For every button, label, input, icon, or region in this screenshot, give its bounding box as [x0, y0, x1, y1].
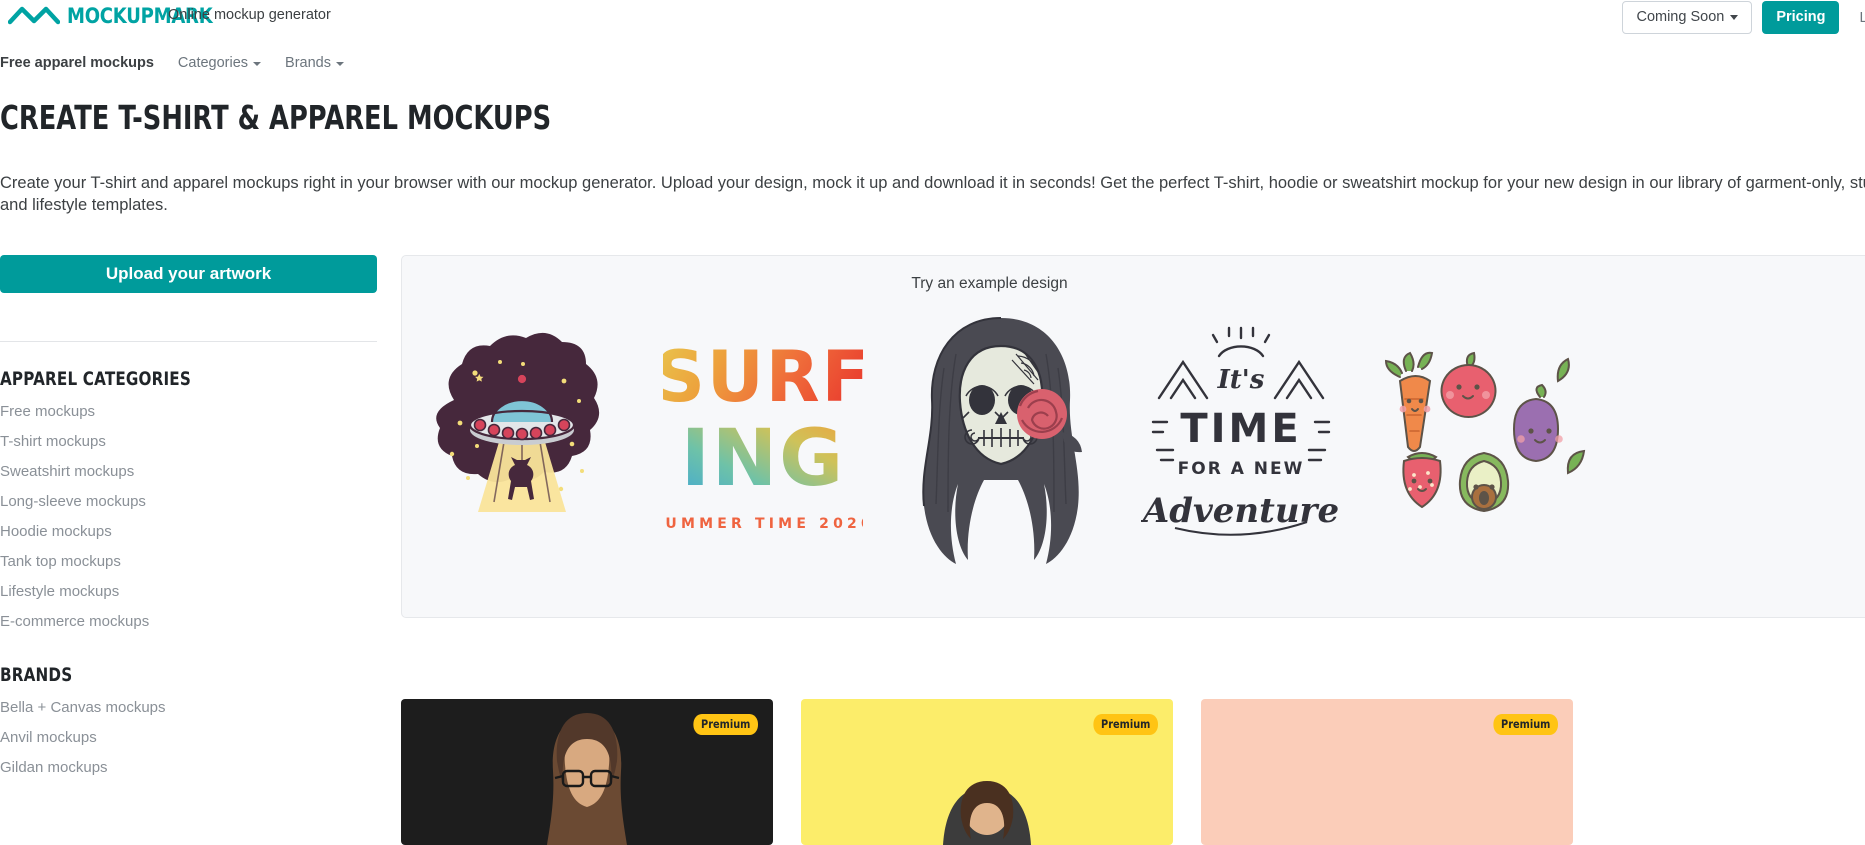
sidebar-item-tshirt-mockups[interactable]: T-shirt mockups	[0, 433, 377, 450]
header-nav: Coming Soon Pricing Log in	[1622, 1, 1865, 34]
svg-text:SUMMER TIME 2020: SUMMER TIME 2020	[663, 516, 863, 532]
coming-soon-label: Coming Soon	[1636, 9, 1725, 25]
status-badge: Premium	[1093, 714, 1158, 735]
svg-text:It's: It's	[1216, 365, 1264, 395]
apparel-categories-heading: APPAREL CATEGORIES	[0, 368, 191, 390]
nav-item-free-apparel-mockups[interactable]: Free apparel mockups	[0, 55, 154, 71]
upload-artwork-button[interactable]: Upload your artwork	[0, 255, 377, 293]
svg-text:TIME: TIME	[1180, 406, 1301, 452]
svg-text:FOR A NEW: FOR A NEW	[1177, 459, 1304, 479]
sidebar-item-gildan-mockups[interactable]: Gildan mockups	[0, 759, 377, 776]
sidebar-item-anvil-mockups[interactable]: Anvil mockups	[0, 729, 377, 746]
status-badge: Premium	[693, 714, 758, 735]
chevron-down-icon	[253, 62, 262, 66]
sidebar-item-tank-top-mockups[interactable]: Tank top mockups	[0, 553, 377, 570]
nav-item-label: Categories	[177, 55, 249, 71]
design-thumb-kawaii-vegetables[interactable]	[1372, 318, 1587, 563]
model-photo	[547, 713, 627, 845]
login-link[interactable]: Log in	[1859, 10, 1865, 26]
kawaii-vegetables-icon	[1384, 351, 1586, 513]
page-title: CREATE T-SHIRT & APPAREL MOCKUPS	[0, 98, 552, 137]
mockup-card-peach[interactable]: Premium	[1201, 699, 1573, 845]
mockup-card-list: Premium Premium Premium	[401, 699, 1573, 845]
mockup-card-yellow[interactable]: Premium	[801, 699, 1173, 845]
its-time-for-a-new-adventure-icon: It's TIME FOR A NEW Adventure	[1141, 326, 1339, 536]
sidebar-item-hoodie-mockups[interactable]: Hoodie mockups	[0, 523, 377, 540]
sidebar-item-ecommerce-mockups[interactable]: E-commerce mockups	[0, 613, 377, 630]
sidebar-item-lifestyle-mockups[interactable]: Lifestyle mockups	[0, 583, 377, 600]
design-thumb-sugar-skull[interactable]	[894, 317, 1109, 564]
sidebar-item-free-mockups[interactable]: Free mockups	[0, 403, 377, 420]
nav-item-categories[interactable]: Categories	[177, 55, 262, 71]
example-design-panel: Try an example design SURF ING UMMER TIM…	[401, 255, 1865, 618]
design-thumb-surfing[interactable]: SURF ING SUMMER TIME 2020	[655, 318, 870, 563]
page-intro-paragraph: Create your T-shirt and apparel mockups …	[0, 174, 1865, 214]
secondary-nav: Free apparel mockups Categories Brands	[0, 50, 1865, 76]
ufo-cat-abduction-icon	[436, 332, 600, 512]
sidebar-item-bella-canvas-mockups[interactable]: Bella + Canvas mockups	[0, 699, 377, 716]
nav-item-label: Brands	[285, 55, 331, 71]
surfing-summer-time-icon: SURF ING SUMMER TIME 2020	[663, 336, 863, 532]
svg-text:SURF: SURF	[663, 336, 863, 418]
model-photo	[943, 781, 1031, 845]
pricing-button[interactable]: Pricing	[1762, 1, 1840, 34]
sidebar-item-sweatshirt-mockups[interactable]: Sweatshirt mockups	[0, 463, 377, 480]
design-thumb-ufo-cat[interactable]	[416, 318, 631, 563]
brands-heading: BRANDS	[0, 664, 73, 686]
svg-text:Adventure: Adventure	[1141, 491, 1339, 531]
mockup-card-dark[interactable]: Premium	[401, 699, 773, 845]
nav-item-label: Free apparel mockups	[0, 55, 154, 71]
sidebar-item-long-sleeve-mockups[interactable]: Long-sleeve mockups	[0, 493, 377, 510]
svg-text:ING: ING	[680, 414, 844, 504]
site-header: MOCKUPMARK Online mockup generator Comin…	[0, 0, 1865, 37]
status-badge: Premium	[1493, 714, 1558, 735]
chevron-down-icon	[336, 62, 344, 66]
sidebar-divider	[0, 341, 377, 342]
nav-item-brands[interactable]: Brands	[285, 55, 344, 71]
example-design-list: SURF ING SUMMER TIME 2020	[416, 317, 1587, 564]
site-tagline: Online mockup generator	[168, 7, 331, 23]
design-thumb-its-time-adventure[interactable]: It's TIME FOR A NEW Adventure	[1133, 318, 1348, 563]
coming-soon-dropdown[interactable]: Coming Soon	[1622, 1, 1753, 34]
sugar-skull-woman-icon	[922, 317, 1082, 564]
sidebar: Upload your artwork APPAREL CATEGORIES F…	[0, 255, 377, 776]
chevron-down-icon	[1730, 14, 1739, 20]
mountain-zigzag-icon	[8, 6, 60, 25]
example-design-label: Try an example design	[911, 275, 1068, 292]
